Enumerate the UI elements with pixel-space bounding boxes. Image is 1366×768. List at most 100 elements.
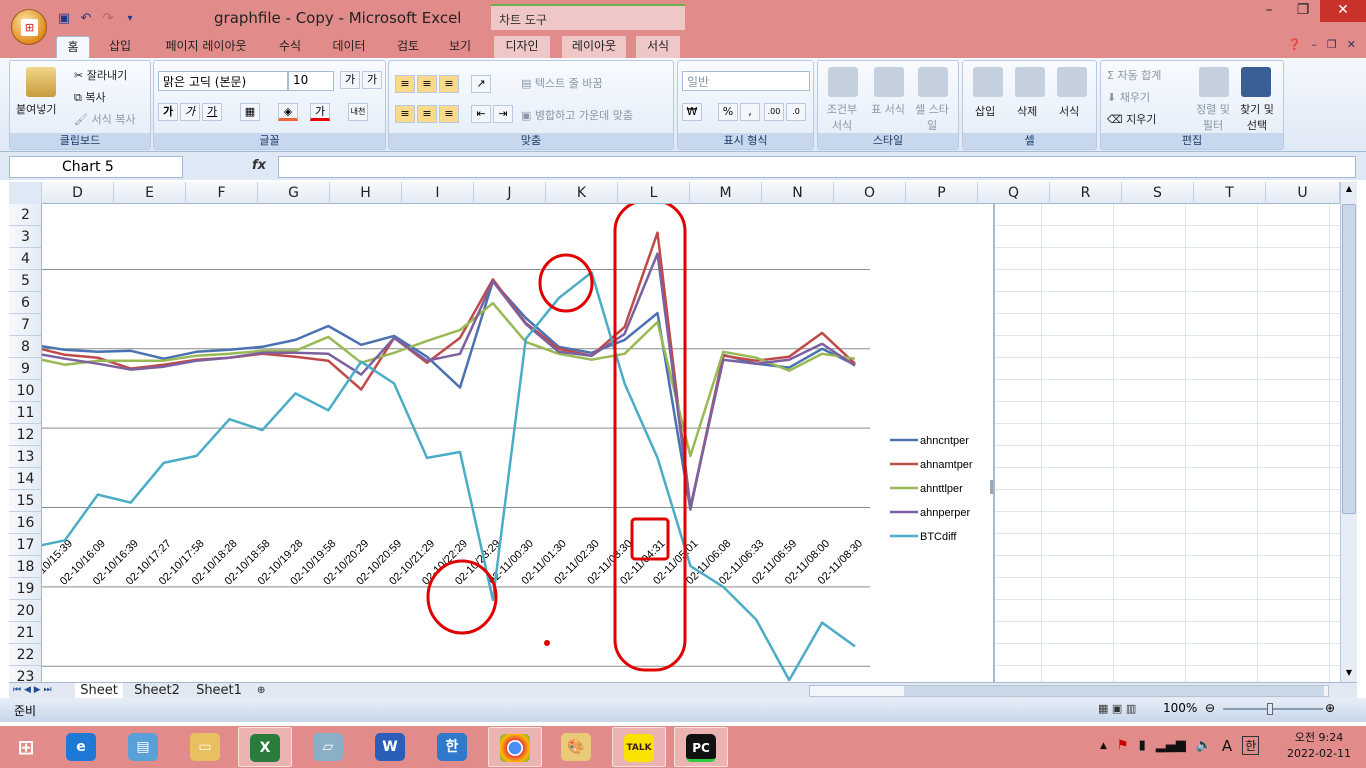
zoom-level[interactable]: 100% xyxy=(1163,701,1197,715)
border-button[interactable]: ▦ xyxy=(240,103,260,121)
tab-insert[interactable]: 삽입 xyxy=(100,36,140,58)
column-header[interactable]: N xyxy=(762,182,834,204)
format-cells-button[interactable]: 서식 xyxy=(1059,103,1079,119)
cut-button[interactable]: ✂ 잘라내기 xyxy=(74,67,127,83)
insert-cells-icon[interactable] xyxy=(973,67,1003,97)
network-icon[interactable]: ▂▄▆ xyxy=(1156,738,1186,753)
zoom-out-icon[interactable]: ⊖ xyxy=(1205,701,1215,715)
column-header[interactable]: D xyxy=(42,182,114,204)
tab-layout[interactable]: 레이아웃 xyxy=(562,36,626,58)
taskbar-computer[interactable]: ▤ xyxy=(117,727,171,767)
underline-button[interactable]: 가 xyxy=(202,103,222,121)
clear-button[interactable]: ⌫ 지우기 xyxy=(1107,111,1156,127)
tab-formulas[interactable]: 수식 xyxy=(270,36,310,58)
increase-indent-button[interactable]: ⇥ xyxy=(493,105,513,123)
row-header[interactable]: 4 xyxy=(9,248,41,270)
grow-font-button[interactable]: 가 xyxy=(340,71,360,89)
number-format-select[interactable]: 일반 xyxy=(682,71,810,91)
column-header[interactable]: O xyxy=(834,182,906,204)
align-top-button[interactable]: ≡ xyxy=(395,75,415,93)
comma-button[interactable]: , xyxy=(740,103,760,121)
column-header[interactable]: R xyxy=(1050,182,1122,204)
font-color-button[interactable]: 가 xyxy=(310,103,330,121)
sheet-nav-icon[interactable]: ⏮ ◀ ▶ ⏭ xyxy=(13,683,52,699)
tab-format[interactable]: 서식 xyxy=(636,36,680,58)
undo-icon[interactable]: ↶ xyxy=(78,11,94,27)
cell-styles-button[interactable]: 셀 스타일 xyxy=(912,101,952,133)
column-header[interactable]: L xyxy=(618,182,690,204)
scroll-up-icon[interactable]: ▲ xyxy=(1343,184,1355,196)
sheet-tab[interactable]: Sheet2 xyxy=(129,683,185,699)
horizontal-scrollbar[interactable] xyxy=(809,685,1329,697)
redo-icon[interactable]: ↷ xyxy=(100,11,116,27)
zoom-in-icon[interactable]: ⊕ xyxy=(1325,701,1335,715)
conditional-format-button[interactable]: 조건부 서식 xyxy=(824,101,860,133)
tab-design[interactable]: 디자인 xyxy=(494,36,550,58)
column-header[interactable]: Q xyxy=(978,182,1050,204)
align-middle-button[interactable]: ≡ xyxy=(417,75,437,93)
font-name-select[interactable]: 맑은 고딕 (본문) xyxy=(158,71,288,91)
select-all-button[interactable] xyxy=(9,182,42,204)
taskbar-hangul[interactable]: 한 xyxy=(426,727,480,767)
column-header[interactable]: H xyxy=(330,182,402,204)
merge-center-button[interactable]: ▣ 병합하고 가운데 맞춤 xyxy=(521,107,633,123)
zoom-thumb[interactable] xyxy=(1267,703,1273,715)
row-header[interactable]: 17 xyxy=(9,534,41,556)
row-header[interactable]: 5 xyxy=(9,270,41,292)
sort-filter-button[interactable]: 정렬 및 필터 xyxy=(1193,101,1233,133)
row-header[interactable]: 21 xyxy=(9,622,41,644)
row-header[interactable]: 15 xyxy=(9,490,41,512)
table-format-icon[interactable] xyxy=(874,67,904,97)
paste-button[interactable]: 붙여넣기 xyxy=(16,101,56,117)
row-header[interactable]: 18 xyxy=(9,556,41,578)
sheet-tab[interactable]: Sheet xyxy=(75,683,123,699)
find-select-button[interactable]: 찾기 및 선택 xyxy=(1235,101,1279,133)
align-right-button[interactable]: ≡ xyxy=(439,105,459,123)
column-header[interactable]: E xyxy=(114,182,186,204)
taskbar-word[interactable]: W xyxy=(364,727,418,767)
ribbon-minimize-icon[interactable]: – xyxy=(1311,38,1317,51)
currency-button[interactable]: ₩ xyxy=(682,103,702,121)
bold-button[interactable]: 가 xyxy=(158,103,178,121)
close-button[interactable]: ✕ xyxy=(1320,0,1366,22)
insert-cells-button[interactable]: 삽입 xyxy=(975,103,995,119)
row-header[interactable]: 11 xyxy=(9,402,41,424)
table-format-button[interactable]: 표 서식 xyxy=(870,101,906,117)
taskbar-paint[interactable]: 🎨 xyxy=(550,727,604,767)
align-left-button[interactable]: ≡ xyxy=(395,105,415,123)
copy-button[interactable]: ⧉ 복사 xyxy=(74,89,106,105)
row-header[interactable]: 20 xyxy=(9,600,41,622)
row-header[interactable]: 2 xyxy=(9,204,41,226)
tab-view[interactable]: 보기 xyxy=(440,36,480,58)
row-header[interactable]: 16 xyxy=(9,512,41,534)
tray-expand-icon[interactable]: ▲ xyxy=(1100,741,1107,751)
row-header[interactable]: 13 xyxy=(9,446,41,468)
customize-qat-icon[interactable]: ▾ xyxy=(122,11,138,27)
formula-input[interactable] xyxy=(278,156,1356,178)
row-header[interactable]: 12 xyxy=(9,424,41,446)
percent-button[interactable]: % xyxy=(718,103,738,121)
column-header[interactable]: F xyxy=(186,182,258,204)
vertical-scrollbar[interactable]: ▲ ▼ xyxy=(1340,182,1357,684)
row-header[interactable]: 9 xyxy=(9,358,41,380)
zoom-slider[interactable]: ⊖ ⊕ xyxy=(1205,701,1355,717)
column-header[interactable]: P xyxy=(906,182,978,204)
start-button[interactable]: ⊞ xyxy=(0,727,54,767)
tab-data[interactable]: 데이터 xyxy=(324,36,374,58)
align-bottom-button[interactable]: ≡ xyxy=(439,75,459,93)
taskbar-kakaotalk[interactable]: TALK xyxy=(612,727,666,767)
row-header[interactable]: 22 xyxy=(9,644,41,666)
fill-color-button[interactable]: ◈ xyxy=(278,103,298,121)
column-header[interactable]: S xyxy=(1122,182,1194,204)
paste-icon[interactable] xyxy=(26,67,56,97)
delete-cells-button[interactable]: 삭제 xyxy=(1017,103,1037,119)
office-button[interactable]: ⊞ xyxy=(11,9,47,45)
orientation-button[interactable]: ↗ xyxy=(471,75,491,93)
row-header[interactable]: 6 xyxy=(9,292,41,314)
column-header[interactable]: J xyxy=(474,182,546,204)
taskbar-chrome[interactable] xyxy=(488,727,542,767)
taskbar-ie[interactable]: e xyxy=(55,727,109,767)
phonetic-button[interactable]: 내천 xyxy=(348,103,368,121)
page-layout-view-icon[interactable]: ▣ xyxy=(1112,702,1122,715)
chart-object[interactable]: 02-10/15:0802-10/15:3902-10/16:0902-10/1… xyxy=(42,204,995,684)
